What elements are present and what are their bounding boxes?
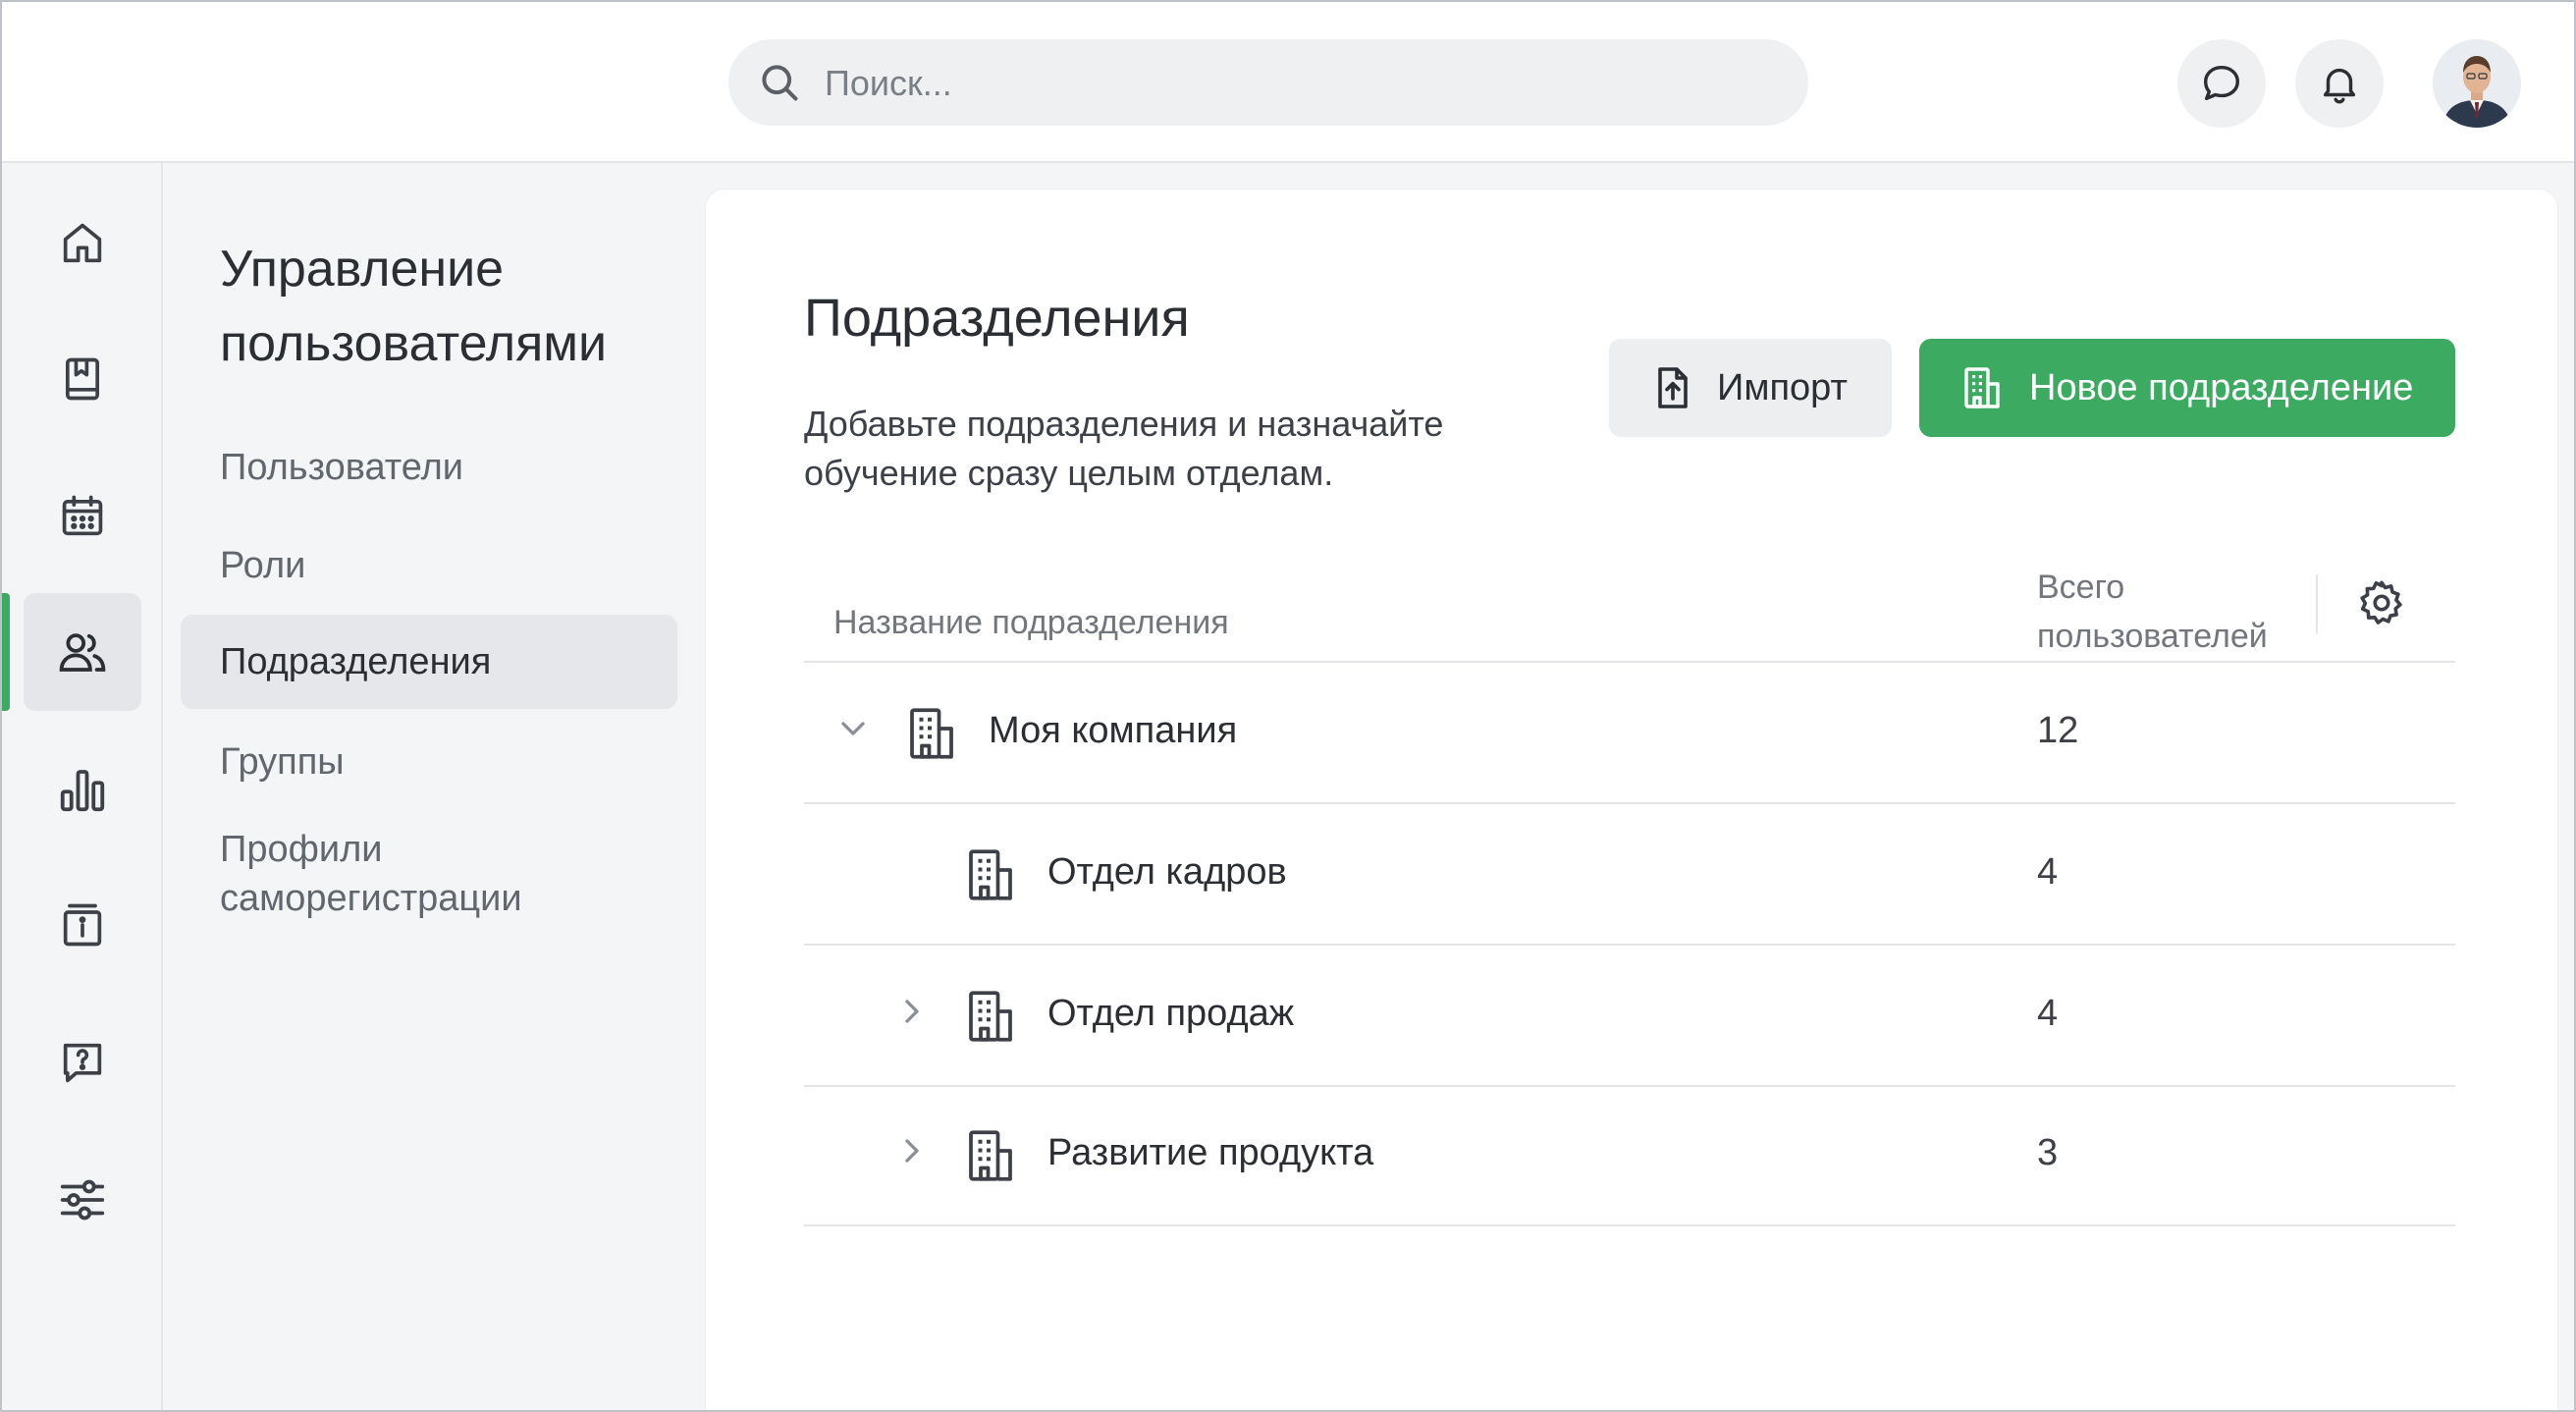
subnav-item-label: Профили саморегистрации bbox=[220, 829, 522, 919]
import-button[interactable]: Импорт bbox=[1609, 339, 1892, 437]
subnav-item-label: Группы bbox=[220, 741, 345, 783]
top-bar bbox=[2, 2, 2574, 163]
help-bubble-icon bbox=[63, 1043, 102, 1083]
subnav-item-label: Пользователи bbox=[220, 447, 464, 488]
chat-bubble-icon bbox=[2203, 65, 2240, 101]
building-icon bbox=[969, 1130, 1012, 1181]
building-icon bbox=[969, 849, 1012, 900]
new-department-label: Новое подразделение bbox=[2029, 366, 2414, 408]
app-window: Управление пользователями Пользователи Р… bbox=[0, 0, 2576, 1412]
user-count: 4 bbox=[2037, 993, 2059, 1034]
table-header: Название подразделения Всего пользовател… bbox=[804, 563, 2455, 663]
department-name: Отдел продаж bbox=[1047, 993, 1295, 1034]
rail-home[interactable] bbox=[24, 185, 141, 302]
column-header-name: Название подразделения bbox=[833, 604, 1229, 641]
file-upload-icon bbox=[1658, 367, 1688, 408]
active-indicator bbox=[2, 593, 10, 711]
page-description: Добавьте подразделения и назначайте обуч… bbox=[804, 404, 1444, 493]
book-icon bbox=[65, 357, 100, 401]
section-nav: Управление пользователями Пользователи Р… bbox=[163, 163, 693, 1410]
section-title: Управление пользователями bbox=[220, 241, 608, 372]
chat-button[interactable] bbox=[2177, 39, 2266, 128]
rail-help[interactable] bbox=[24, 1004, 141, 1121]
table-row[interactable]: Моя компания 12 bbox=[804, 663, 2455, 804]
gear-icon[interactable] bbox=[2355, 576, 2408, 629]
subnav-item-roles[interactable]: Роли bbox=[181, 518, 677, 613]
table-row[interactable]: Отдел продаж 4 bbox=[804, 946, 2455, 1087]
subnav-item-label: Роли bbox=[220, 545, 306, 586]
building-icon bbox=[910, 708, 953, 759]
department-name: Моя компания bbox=[989, 710, 1238, 751]
page-title: Подразделения bbox=[804, 289, 1190, 348]
user-count: 3 bbox=[2037, 1132, 2059, 1173]
home-icon bbox=[63, 223, 102, 263]
notifications-button[interactable] bbox=[2295, 39, 2384, 128]
bell-icon bbox=[2323, 68, 2356, 104]
sliders-icon bbox=[60, 1179, 105, 1221]
department-name: Развитие продукта bbox=[1047, 1132, 1374, 1173]
building-icon bbox=[1964, 367, 2000, 408]
chevron-down-icon[interactable] bbox=[833, 709, 873, 748]
user-avatar[interactable] bbox=[2433, 39, 2521, 128]
bar-chart-icon bbox=[60, 770, 105, 812]
new-department-button[interactable]: Новое подразделение bbox=[1919, 339, 2455, 437]
rail-reports[interactable] bbox=[24, 731, 141, 848]
table-row[interactable]: Развитие продукта 3 bbox=[804, 1085, 2455, 1226]
search-icon bbox=[762, 65, 798, 101]
subnav-item-self-registration[interactable]: Профили саморегистрации bbox=[181, 815, 613, 933]
table-row[interactable]: Отдел кадров 4 bbox=[804, 804, 2455, 946]
department-name: Отдел кадров bbox=[1047, 851, 1287, 893]
subnav-item-groups[interactable]: Группы bbox=[181, 715, 677, 809]
rail-info[interactable] bbox=[24, 866, 141, 984]
subnav-item-users[interactable]: Пользователи bbox=[181, 420, 677, 515]
column-header-total: Всего пользователей bbox=[2037, 569, 2268, 655]
icon-rail bbox=[2, 163, 163, 1410]
rail-settings[interactable] bbox=[24, 1141, 141, 1259]
avatar-portrait-icon bbox=[2433, 39, 2521, 128]
content-card: Подразделения Добавьте подразделения и н… bbox=[705, 189, 2558, 1410]
calendar-icon bbox=[62, 495, 103, 536]
rail-courses[interactable] bbox=[24, 320, 141, 438]
building-icon bbox=[969, 991, 1012, 1042]
rail-users[interactable] bbox=[24, 593, 141, 711]
header-divider bbox=[2316, 574, 2318, 633]
subnav-item-departments[interactable]: Подразделения bbox=[181, 615, 677, 709]
user-count: 4 bbox=[2037, 851, 2059, 893]
search-bar[interactable] bbox=[728, 39, 1808, 128]
users-icon bbox=[59, 633, 106, 672]
info-board-icon bbox=[63, 903, 102, 947]
subnav-item-label: Подразделения bbox=[220, 641, 492, 682]
chevron-right-icon[interactable] bbox=[892, 1131, 932, 1170]
import-label: Импорт bbox=[1717, 366, 1848, 408]
chevron-right-icon[interactable] bbox=[892, 992, 932, 1031]
user-count: 12 bbox=[2037, 710, 2079, 751]
rail-calendar[interactable] bbox=[24, 458, 141, 575]
search-input[interactable] bbox=[823, 39, 1789, 128]
